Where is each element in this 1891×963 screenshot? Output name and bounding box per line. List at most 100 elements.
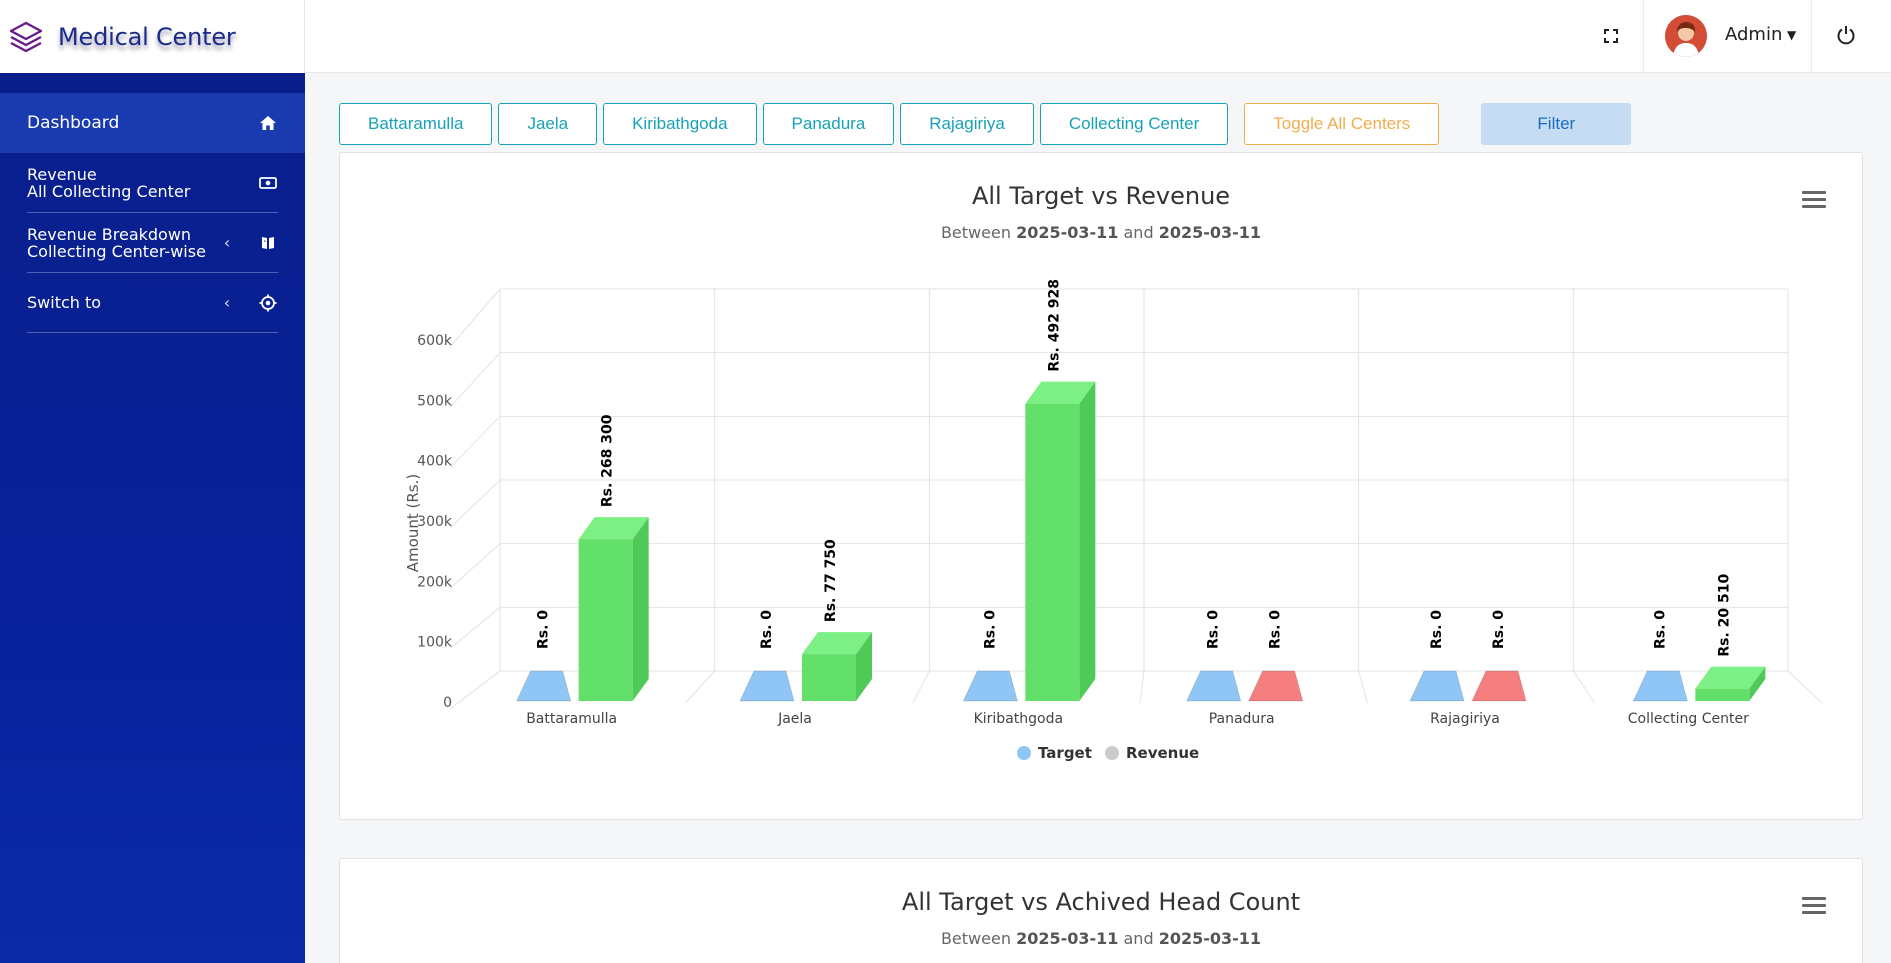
bar-revenue: [1025, 403, 1080, 701]
gridline-side: [449, 288, 501, 348]
data-label: Rs. 0: [1429, 610, 1445, 649]
chart-subtitle: Between 2025-03-11 and 2025-03-11: [340, 929, 1862, 948]
legend-item: Revenue: [1126, 744, 1199, 762]
y-tick-label: 0: [443, 695, 452, 711]
subtitle-prefix: Between: [940, 223, 1011, 242]
label-line-2: Collecting Center-wise: [27, 241, 206, 261]
center-button-panadura[interactable]: Panadura: [762, 103, 895, 145]
center-button-kiribathgoda[interactable]: Kiribathgoda: [603, 103, 757, 145]
floor-line: [684, 670, 716, 704]
bar-target: [1632, 670, 1688, 702]
center-button-battaramulla[interactable]: Battaramulla: [339, 103, 493, 145]
data-label: Rs. 0: [1206, 610, 1222, 649]
chevron-left-icon: ‹: [223, 233, 231, 252]
fullscreen-icon[interactable]: [1600, 25, 1622, 47]
gridline-side: [449, 543, 501, 589]
x-tick-label: Kiribathgoda: [974, 711, 1063, 727]
brand[interactable]: Medical Center: [0, 0, 305, 73]
revenue-chart: 0 100k 200k 300k 400k 500k 600k Amount (Rs.) Rs.…: [404, 279, 1823, 762]
floor-line: [457, 670, 501, 704]
chart-menu-icon[interactable]: [1802, 191, 1826, 209]
x-tick-label: Collecting Center: [1628, 711, 1749, 727]
data-label: Rs. 0: [1268, 610, 1284, 649]
gridline-side: [449, 352, 501, 408]
date-to: 2025-03-11: [1158, 223, 1262, 242]
bar-target: [1409, 670, 1465, 702]
data-label: Rs. 0: [1491, 610, 1507, 649]
center-filter-bar: Battaramulla Jaela Kiribathgoda Panadura…: [339, 103, 1637, 145]
data-label: Rs. 0: [759, 610, 775, 649]
bar-revenue: [802, 654, 856, 701]
crosshair-icon: [258, 294, 278, 312]
sidebar-item-label: Revenue Breakdown Collecting Center-wise: [27, 226, 218, 260]
legend-marker: [1105, 746, 1119, 760]
legend-marker: [1017, 746, 1031, 760]
data-label: Rs. 20 510: [1716, 573, 1732, 656]
data-label: Rs. 77 750: [823, 539, 839, 622]
avatar[interactable]: [1665, 15, 1707, 57]
gridline-side: [449, 606, 501, 650]
y-axis-label: Amount (Rs.): [404, 474, 422, 572]
subtitle-prefix: Between: [940, 929, 1011, 948]
power-icon[interactable]: [1835, 24, 1857, 46]
bar-revenue: [1471, 670, 1527, 702]
chart-menu-icon[interactable]: [1802, 897, 1826, 915]
chart-title: All Target vs Achived Head Count: [901, 888, 1301, 916]
home-icon: [258, 115, 278, 131]
sidebar-item-revenue-breakdown[interactable]: Revenue Breakdown Collecting Center-wise…: [27, 213, 278, 273]
sidebar-item-label: Revenue All Collecting Center: [27, 166, 258, 200]
sidebar-item-label: Switch to: [27, 293, 102, 312]
chevron-left-icon: ‹: [223, 293, 231, 312]
book-icon: [258, 235, 278, 251]
bar-revenue: [1247, 670, 1304, 702]
brand-name: Medical Center: [58, 22, 236, 51]
x-tick-label: Battaramulla: [526, 711, 617, 727]
center-button-rajagiriya[interactable]: Rajagiriya: [900, 103, 1034, 145]
bar-target: [515, 670, 572, 702]
bar-target: [1185, 670, 1242, 702]
data-label: Rs. 0: [536, 610, 552, 649]
header-divider: [1811, 0, 1812, 73]
sidebar-item-label: Dashboard: [27, 112, 120, 133]
sidebar-item-dashboard[interactable]: Dashboard: [0, 93, 305, 153]
user-name[interactable]: Admin: [1725, 24, 1782, 45]
chart-title: All Target vs Revenue: [971, 182, 1231, 210]
legend-item: Target: [1038, 744, 1092, 762]
floor-line: [912, 670, 930, 704]
data-label: Rs. 0: [982, 610, 998, 649]
layers-icon: [9, 21, 43, 52]
data-label: Rs. 0: [1652, 610, 1668, 649]
subtitle-mid: and: [1123, 929, 1154, 948]
bar-target: [962, 670, 1018, 702]
bar-revenue-side: [632, 517, 649, 701]
y-tick-label: 300k: [417, 514, 453, 530]
bar-target: [739, 670, 795, 702]
money-icon: [258, 176, 278, 190]
bar-revenue-side: [1079, 381, 1096, 701]
y-tick-label: 100k: [417, 635, 453, 651]
x-tick-label: Jaela: [777, 711, 812, 727]
data-label: Rs. 492 928: [1046, 279, 1062, 372]
floor-line: [1572, 670, 1596, 704]
y-tick-label: 200k: [417, 574, 453, 590]
top-header: Admin ▼: [305, 0, 1891, 73]
chart-subtitle: Between 2025-03-11 and 2025-03-11: [340, 223, 1862, 242]
sidebar-item-switch-to[interactable]: Switch to ‹: [27, 273, 278, 333]
header-divider: [1643, 0, 1644, 73]
y-tick-label: 400k: [417, 454, 453, 470]
subtitle-mid: and: [1123, 223, 1154, 242]
sidebar-nav: Dashboard Revenue All Collecting Center …: [0, 93, 305, 333]
gridline-side: [449, 415, 501, 469]
bar-revenue: [578, 539, 633, 701]
caret-down-icon[interactable]: ▼: [1787, 28, 1796, 42]
sidebar-item-revenue[interactable]: Revenue All Collecting Center: [27, 153, 278, 213]
center-button-collecting-center[interactable]: Collecting Center: [1039, 103, 1229, 145]
date-to: 2025-03-11: [1158, 929, 1262, 948]
gridline-side: [449, 479, 501, 529]
center-button-jaela[interactable]: Jaela: [498, 103, 598, 145]
filter-button[interactable]: Filter: [1481, 103, 1632, 145]
toggle-all-centers-button[interactable]: Toggle All Centers: [1244, 103, 1440, 145]
x-tick-label: Panadura: [1209, 711, 1275, 727]
label-line-2: All Collecting Center: [27, 181, 191, 201]
data-label: Rs. 268 300: [600, 414, 616, 507]
